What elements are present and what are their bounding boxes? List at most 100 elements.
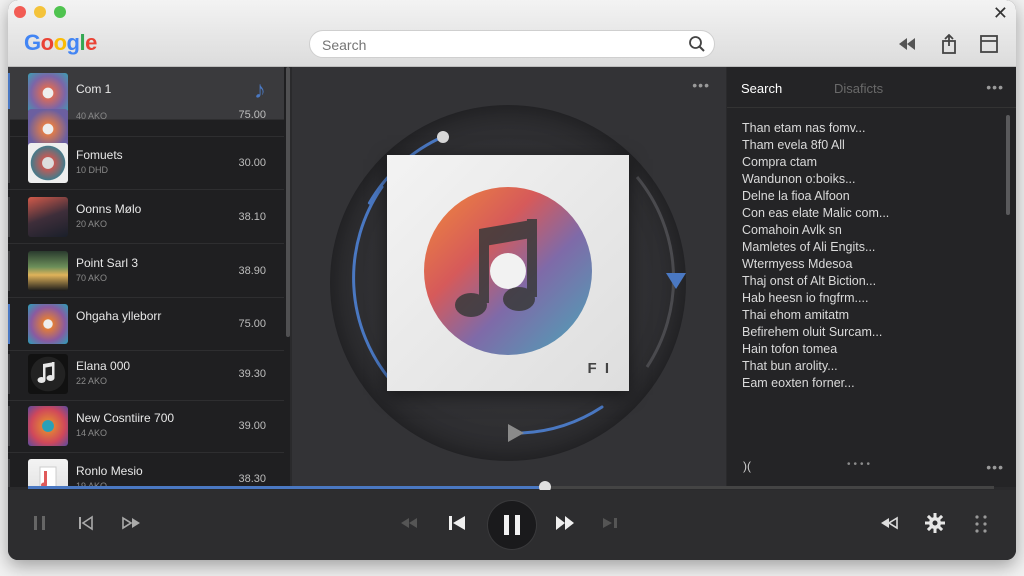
lyric-line[interactable]: Delne la fioa Alfoon [742, 188, 992, 205]
logo-letter: o [40, 30, 54, 55]
lyric-line[interactable]: Hain tofon tomea [742, 341, 992, 358]
search-icon[interactable] [688, 35, 706, 58]
title-bar: ✕ Google [8, 0, 1016, 67]
rewind-fast-icon[interactable] [398, 514, 420, 532]
playback-controls [8, 490, 1016, 560]
lyric-line[interactable]: Hab heesn io fngfrm.... [742, 290, 992, 307]
panel-more-icon[interactable]: ••• [986, 79, 1004, 95]
track-duration: 30.00 [238, 157, 266, 169]
track-duration: 38.10 [238, 211, 266, 223]
search-bar[interactable] [309, 30, 715, 58]
track-subtitle: 10 DHD [76, 165, 109, 175]
track-row[interactable]: Point Sarl 3 70 AKO 38.90 [8, 245, 284, 298]
lyric-line[interactable]: Mamletes of Ali Engits... [742, 239, 992, 256]
lyric-line[interactable]: Con eas elate Malic com... [742, 205, 992, 222]
track-duration: 75.00 [238, 318, 266, 330]
google-logo: Google [24, 30, 97, 56]
pause-button[interactable] [488, 501, 536, 549]
close-window-button[interactable] [14, 6, 26, 18]
track-subtitle: 22 AKO [76, 376, 108, 386]
share-icon[interactable] [938, 33, 960, 54]
track-subtitle: 70 AKO [76, 273, 108, 283]
track-row[interactable]: Ronlo Mesio 19 AKO 38.30 [8, 453, 284, 487]
lyrics-list: Than etam nas fomv... Tham evela 8f0 All C… [742, 120, 992, 392]
track-list-scrollbar[interactable] [286, 67, 290, 337]
lyric-line[interactable]: Thai ehom amitatm [742, 307, 992, 324]
panel-divider [727, 107, 1016, 108]
row-marker [8, 143, 10, 183]
footer-more-icon[interactable]: ••• [986, 459, 1004, 475]
page-indicator[interactable]: •••• [847, 459, 873, 470]
track-thumbnail [28, 304, 68, 344]
track-thumbnail [28, 459, 68, 487]
skip-end-icon[interactable] [600, 514, 622, 532]
sidebar-toggle-icon[interactable] [978, 34, 1000, 54]
track-row[interactable]: 40 AKO 75.00 [8, 103, 284, 149]
gear-icon[interactable] [924, 512, 946, 534]
volume-back-icon[interactable] [878, 514, 900, 532]
logo-letter: e [85, 30, 97, 55]
row-marker [8, 304, 10, 344]
collapse-icon[interactable]: )( [743, 459, 751, 473]
lyric-line[interactable]: Tham evela 8f0 All [742, 137, 992, 154]
track-row[interactable]: New Cosntiire 700 14 AKO 39.00 [8, 400, 284, 453]
pause-small-icon[interactable] [32, 514, 48, 532]
track-thumbnail [28, 251, 68, 291]
lyrics-scrollbar[interactable] [1006, 115, 1010, 215]
lyric-line[interactable]: Wandunon o:boiks... [742, 171, 992, 188]
lyric-line[interactable]: Befirehem oluit Surcam... [742, 324, 992, 341]
track-subtitle: 40 AKO [76, 111, 108, 121]
lyric-line[interactable]: Eam eoxten forner... [742, 375, 992, 392]
track-row[interactable]: Elana 000 22 AKO 39.30 [8, 348, 284, 401]
track-subtitle: 14 AKO [76, 428, 108, 438]
track-subtitle: 20 AKO [76, 219, 108, 229]
album-art: F I [387, 155, 629, 391]
ring-scrub-knob[interactable] [436, 130, 449, 143]
track-thumbnail [28, 354, 68, 394]
row-marker [8, 354, 10, 394]
row-marker [8, 406, 10, 446]
track-thumbnail [28, 143, 68, 183]
progress-bar[interactable] [28, 481, 994, 493]
next-track-icon[interactable] [554, 513, 576, 533]
tab-disaficts[interactable]: Disaficts [834, 81, 883, 96]
track-row[interactable]: Ohgaha ylleborr 75.00 [8, 298, 284, 351]
track-title: Elana 000 [76, 359, 131, 373]
lyric-line[interactable]: Comahoin Avlk sn [742, 222, 992, 239]
minimize-window-button[interactable] [34, 6, 46, 18]
zoom-window-button[interactable] [54, 6, 66, 18]
album-label: F I [587, 360, 611, 377]
track-duration: 39.30 [238, 368, 266, 380]
skip-start-icon[interactable] [76, 514, 96, 532]
rewind-icon[interactable] [896, 34, 918, 54]
now-playing-panel: ••• F I [292, 67, 726, 487]
track-list: Com 1 ♪ 40 AKO 75.00 Fomuets 10 DHD 30.00 Oonns… [8, 67, 290, 487]
track-row[interactable]: Oonns Mølo 20 AKO 38.10 [8, 191, 284, 244]
track-row[interactable]: Fomuets 10 DHD 30.00 [8, 137, 284, 190]
track-title: Com 1 [76, 82, 112, 96]
lyric-line[interactable]: Thaj onst of Alt Biction... [742, 273, 992, 290]
repeat-forward-icon[interactable] [121, 514, 143, 532]
track-duration: 75.00 [238, 109, 266, 121]
row-marker [8, 459, 10, 487]
track-title: Fomuets [76, 148, 123, 162]
progress-fill [28, 486, 545, 489]
lyrics-panel: Search Disaficts ••• Than etam nas fomv.… [727, 67, 1016, 487]
tab-search[interactable]: Search [741, 81, 782, 96]
ring-play-marker [508, 424, 524, 442]
lyric-line[interactable]: Wtermyess Mdesoa [742, 256, 992, 273]
row-marker [8, 197, 10, 237]
track-title: New Cosntiire 700 [76, 411, 175, 425]
previous-track-icon[interactable] [446, 513, 468, 533]
logo-letter: o [53, 30, 67, 55]
track-duration: 39.00 [238, 420, 266, 432]
close-icon[interactable]: ✕ [993, 3, 1008, 24]
track-title: Oonns Mølo [76, 202, 142, 216]
lyric-line[interactable]: That bun arolity... [742, 358, 992, 375]
grip-icon[interactable] [972, 514, 990, 534]
search-input[interactable] [320, 34, 684, 56]
lyric-line[interactable]: Than etam nas fomv... [742, 120, 992, 137]
ring-direction-marker [666, 273, 686, 289]
lyric-line[interactable]: Compra ctam [742, 154, 992, 171]
logo-letter: g [66, 30, 80, 55]
